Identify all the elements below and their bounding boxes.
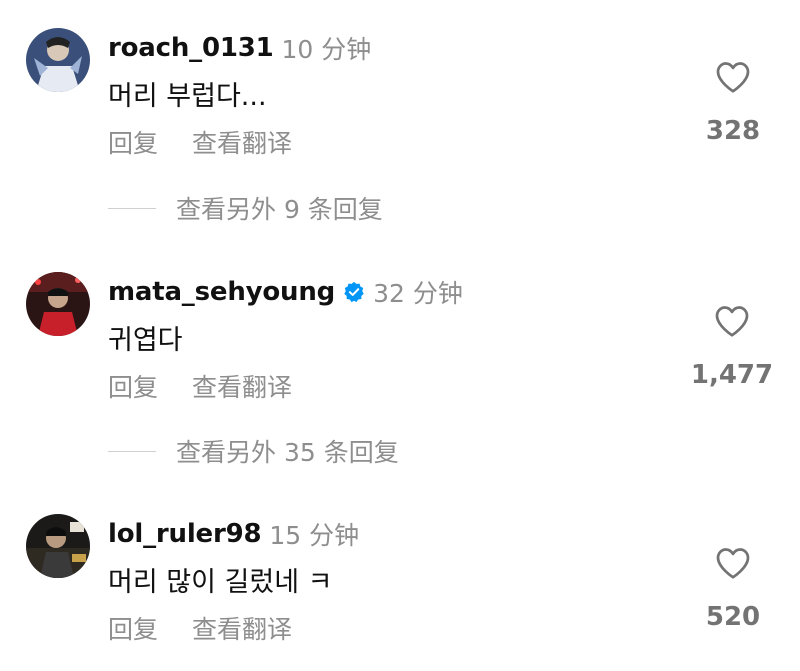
avatar[interactable] — [26, 28, 90, 92]
comment-actions: 回复 查看翻译 — [108, 124, 292, 160]
avatar[interactable] — [26, 514, 90, 578]
reply-button[interactable]: 回复 — [108, 368, 158, 404]
comment-text: 머리 부럽다... — [108, 81, 267, 112]
verified-badge-icon — [344, 281, 364, 303]
divider-line — [108, 450, 156, 452]
reply-button[interactable]: 回复 — [108, 610, 158, 646]
comment-text: 머리 많이 길렀네 ㅋ — [108, 567, 333, 598]
view-more-replies-label: 查看另外 35 条回复 — [176, 438, 399, 467]
reply-button[interactable]: 回复 — [108, 124, 158, 160]
see-translation-button[interactable]: 查看翻译 — [192, 124, 292, 160]
like-count: 1,477 — [690, 360, 774, 390]
divider-line — [108, 207, 156, 209]
timestamp: 10 分钟 — [281, 35, 372, 64]
like-count: 520 — [705, 602, 761, 632]
username[interactable]: roach_0131 — [108, 33, 274, 63]
heart-icon[interactable] — [715, 60, 751, 94]
comment-header: roach_0131 10 分钟 — [108, 30, 371, 66]
view-more-replies-button[interactable]: 查看另外 35 条回复 — [108, 435, 399, 467]
username[interactable]: mata_sehyoung — [108, 277, 335, 307]
timestamp: 15 分钟 — [269, 521, 360, 550]
comment-actions: 回复 查看翻译 — [108, 610, 292, 646]
like-count: 328 — [705, 116, 761, 146]
view-more-replies-label: 查看另外 9 条回复 — [176, 195, 383, 224]
comment-text: 귀엽다 — [108, 325, 183, 356]
username[interactable]: lol_ruler98 — [108, 519, 262, 549]
view-more-replies-button[interactable]: 查看另外 9 条回复 — [108, 192, 383, 224]
like-control: 328 — [688, 60, 778, 146]
heart-icon[interactable] — [714, 304, 750, 338]
see-translation-button[interactable]: 查看翻译 — [192, 368, 292, 404]
see-translation-button[interactable]: 查看翻译 — [192, 610, 292, 646]
timestamp: 32 分钟 — [373, 279, 463, 308]
like-control: 1,477 — [684, 304, 780, 390]
comment-actions: 回复 查看翻译 — [108, 368, 292, 404]
like-control: 520 — [688, 546, 778, 632]
comment-header: mata_sehyoung 32 分钟 — [108, 274, 463, 310]
comment-header: lol_ruler98 15 分钟 — [108, 516, 359, 552]
avatar[interactable] — [26, 272, 90, 336]
heart-icon[interactable] — [715, 546, 751, 580]
